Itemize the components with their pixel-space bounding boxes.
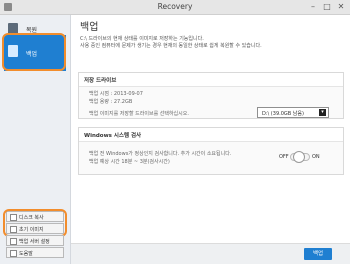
toggle-knob[interactable] (293, 151, 305, 163)
page-title: 백업 (80, 22, 99, 33)
button-label: 백업 서버 설정 (19, 239, 50, 245)
drive-select-value: D:\ (39.0GB 남음) (262, 111, 304, 117)
help-button[interactable]: 도움말 (6, 247, 64, 258)
help-icon (10, 250, 17, 257)
backup-time-text: 백업 시점 : 2013-09-07 (89, 91, 143, 97)
bottom-bar: 백업 (71, 243, 350, 264)
window-title: Recovery (157, 2, 193, 11)
highlight-backup-outline (2, 33, 66, 71)
intro-line-1: C:\ 드라이브의 현재 상태를 이미지로 저장하는 기능입니다. (80, 36, 204, 42)
maximize-icon[interactable]: □ (320, 1, 334, 12)
highlight-tools-outline (3, 209, 67, 237)
estimated-time-text: 백업 예상 시간 18분 ~ 3분(검사시간) (89, 159, 170, 165)
minimize-icon[interactable]: – (306, 1, 320, 12)
storage-drive-heading: 저장 드라이브 (84, 78, 117, 84)
title-bar: Recovery – □ ✕ (0, 0, 350, 15)
button-label: 도움말 (19, 251, 33, 257)
panel-header: Windows 시스템 검사 (79, 128, 343, 142)
panel-header: 저장 드라이브 (79, 73, 343, 87)
backup-button[interactable]: 백업 (304, 248, 332, 260)
chevron-down-icon: ▾ (319, 109, 326, 116)
main-content: 백업 C:\ 드라이브의 현재 상태를 이미지로 저장하는 기능입니다. 사용 … (71, 15, 350, 264)
toggle-off-label: OFF (279, 154, 289, 160)
storage-drive-panel: 저장 드라이브 백업 시점 : 2013-09-07 백업 용량 : 27.2G… (78, 72, 344, 119)
intro-line-2: 사용 중인 컴퓨터에 문제가 생기는 경우 현재의 동일한 상태로 쉽게 복원할… (80, 43, 262, 49)
toggle-on-label: ON (312, 154, 320, 160)
drive-instruction-text: 백업 이미지를 저장할 드라이브를 선택하십시오. (89, 111, 189, 117)
windows-check-toggle[interactable]: OFF ON (279, 151, 323, 163)
sidebar: 복원 백업 디스크 복사 초기 이미지 백업 서버 설정 도움말 (0, 15, 71, 264)
backup-server-settings-button[interactable]: 백업 서버 설정 (6, 235, 64, 246)
windows-check-panel: Windows 시스템 검사 백업 전 Windows가 정상인지 검사합니다.… (78, 127, 344, 175)
close-icon[interactable]: ✕ (334, 1, 348, 12)
windows-check-description: 백업 전 Windows가 정상인지 검사합니다. 추가 시간이 소요됩니다. (89, 151, 232, 157)
windows-check-heading: Windows 시스템 검사 (84, 133, 142, 139)
recovery-window: Recovery – □ ✕ 복원 백업 디스크 복사 초기 이미지 백업 서버… (0, 0, 350, 264)
server-settings-icon (10, 238, 17, 245)
backup-size-text: 백업 용량 : 27.2GB (89, 99, 133, 105)
intro-text: C:\ 드라이브의 현재 상태를 이미지로 저장하는 기능입니다. 사용 중인 … (80, 36, 340, 50)
drive-select[interactable]: D:\ (39.0GB 남음) ▾ (257, 107, 329, 118)
